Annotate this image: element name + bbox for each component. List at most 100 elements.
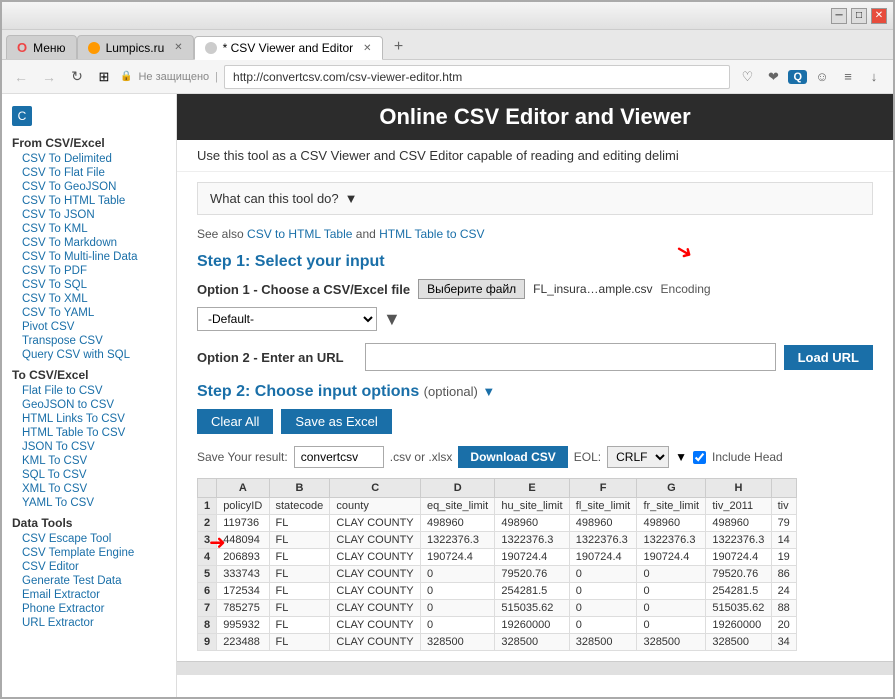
- sidebar-link-csv-flatfile[interactable]: CSV To Flat File: [2, 166, 176, 180]
- save-excel-button[interactable]: Save as Excel: [281, 409, 391, 434]
- col-header-f: F: [569, 479, 637, 498]
- grid-icon[interactable]: ⊞: [94, 67, 114, 87]
- encoding-select[interactable]: -Default-: [197, 307, 377, 331]
- sidebar-link-csv-pdf[interactable]: CSV To PDF: [2, 264, 176, 278]
- bookmark-icon[interactable]: ♡: [736, 66, 758, 88]
- cell-i: 79: [771, 515, 796, 532]
- cell-h: 515035.62: [706, 600, 771, 617]
- sidebar-link-pivot[interactable]: Pivot CSV: [2, 320, 176, 334]
- eol-select[interactable]: CRLF: [607, 446, 669, 468]
- col-header-d: D: [420, 479, 494, 498]
- maximize-button[interactable]: □: [851, 8, 867, 24]
- sidebar-link-escape[interactable]: CSV Escape Tool: [2, 532, 176, 546]
- sidebar-link-csv-markdown[interactable]: CSV To Markdown: [2, 236, 176, 250]
- cell-d: 0: [420, 583, 494, 600]
- load-url-button[interactable]: Load URL: [784, 345, 873, 370]
- sidebar-link-geojson-csv[interactable]: GeoJSON to CSV: [2, 398, 176, 412]
- sidebar-link-generate[interactable]: Generate Test Data: [2, 574, 176, 588]
- sidebar-link-csv-sql[interactable]: CSV To SQL: [2, 278, 176, 292]
- tab-lumpics-label: Lumpics.ru: [106, 41, 165, 55]
- sidebar-link-url[interactable]: URL Extractor: [2, 616, 176, 630]
- minimize-button[interactable]: ─: [831, 8, 847, 24]
- step2-title-text: Step 2: Choose input options: [197, 383, 419, 400]
- sidebar-link-kml-csv[interactable]: KML To CSV: [2, 454, 176, 468]
- clear-all-button[interactable]: Clear All: [197, 409, 273, 434]
- browser-icons: ♡ ❤ Q ☺ ≡ ↓: [736, 66, 885, 88]
- horizontal-scrollbar[interactable]: [177, 661, 893, 675]
- heart-icon[interactable]: ❤: [762, 66, 784, 88]
- cell-d: 0: [420, 600, 494, 617]
- row-num: 6: [198, 583, 217, 600]
- sidebar-link-template[interactable]: CSV Template Engine: [2, 546, 176, 560]
- sidebar-link-sql-csv[interactable]: SQL To CSV: [2, 468, 176, 482]
- new-tab-button[interactable]: +: [387, 35, 411, 59]
- user-icon[interactable]: ☺: [811, 66, 833, 88]
- sidebar-link-htmllinks-csv[interactable]: HTML Links To CSV: [2, 412, 176, 426]
- cell-f: 1322376.3: [569, 532, 637, 549]
- sidebar-link-xml-csv[interactable]: XML To CSV: [2, 482, 176, 496]
- sidebar-link-yaml-csv[interactable]: YAML To CSV: [2, 496, 176, 510]
- sidebar-link-editor[interactable]: CSV Editor: [2, 560, 176, 574]
- eol-arrow-icon: ▼: [675, 450, 687, 464]
- step2-title: Step 2: Choose input options (optional) …: [197, 383, 873, 401]
- site-title: Online CSV Editor and Viewer: [379, 104, 690, 129]
- sidebar-link-csv-delimited[interactable]: CSV To Delimited: [2, 152, 176, 166]
- cell-g: 0: [637, 566, 706, 583]
- tool-dropdown[interactable]: What can this tool do? ▼: [197, 182, 873, 215]
- cell-a: 119736: [217, 515, 269, 532]
- save-result-row: Save Your result: .csv or .xlsx Download…: [197, 446, 873, 468]
- tab-lumpics-close[interactable]: ✕: [174, 42, 182, 53]
- cell-e: 328500: [495, 634, 569, 651]
- save-name-input[interactable]: [294, 446, 384, 468]
- forward-button[interactable]: →: [38, 66, 60, 88]
- tab-lumpics[interactable]: Lumpics.ru ✕: [77, 35, 194, 59]
- reload-button[interactable]: ↻: [66, 66, 88, 88]
- sidebar-link-phone[interactable]: Phone Extractor: [2, 602, 176, 616]
- sidebar-link-csv-geojson[interactable]: CSV To GeoJSON: [2, 180, 176, 194]
- sidebar-link-csv-json[interactable]: CSV To JSON: [2, 208, 176, 222]
- sidebar-link-htmltable-csv[interactable]: HTML Table To CSV: [2, 426, 176, 440]
- label-row-num: 1: [198, 498, 217, 515]
- close-button[interactable]: ✕: [871, 8, 887, 24]
- table-container: ➜ A B C D E F: [197, 478, 873, 651]
- col-header-extra: [771, 479, 796, 498]
- lock-icon: 🔒: [120, 71, 132, 82]
- sidebar-link-csv-multiline[interactable]: CSV To Multi-line Data: [2, 250, 176, 264]
- download-browser-icon[interactable]: ↓: [863, 66, 885, 88]
- vk-icon[interactable]: Q: [788, 70, 807, 84]
- sidebar-to-title: To CSV/Excel: [2, 362, 176, 384]
- menu-icon[interactable]: ≡: [837, 66, 859, 88]
- table-row: 7 785275 FL CLAY COUNTY 0 515035.62 0 0 …: [198, 600, 797, 617]
- select-arrow-icon[interactable]: ▼: [383, 309, 401, 330]
- sidebar-link-json-csv[interactable]: JSON To CSV: [2, 440, 176, 454]
- row-num: 9: [198, 634, 217, 651]
- file-choose-button[interactable]: Выберите файл: [418, 279, 525, 299]
- step2-arrow-icon: ▼: [482, 384, 495, 399]
- download-csv-button[interactable]: Download CSV: [458, 446, 567, 468]
- sidebar-link-query[interactable]: Query CSV with SQL: [2, 348, 176, 362]
- dropdown-arrow-icon: ▼: [345, 191, 358, 206]
- back-button[interactable]: ←: [10, 66, 32, 88]
- tab-csv[interactable]: * CSV Viewer and Editor ✕: [194, 36, 383, 60]
- cell-f: 190724.4: [569, 549, 637, 566]
- cell-c: CLAY COUNTY: [330, 634, 421, 651]
- also-see-link1[interactable]: CSV to HTML Table: [247, 227, 352, 241]
- tab-csv-close[interactable]: ✕: [363, 43, 371, 54]
- tab-menu[interactable]: O Меню: [6, 35, 77, 59]
- sidebar-link-csv-xml[interactable]: CSV To XML: [2, 292, 176, 306]
- also-see-link2[interactable]: HTML Table to CSV: [379, 227, 484, 241]
- cell-f: 498960: [569, 515, 637, 532]
- address-input[interactable]: [224, 65, 730, 89]
- cell-i: 88: [771, 600, 796, 617]
- label-f: fl_site_limit: [569, 498, 637, 515]
- cell-a: 785275: [217, 600, 269, 617]
- sidebar-link-csv-yaml[interactable]: CSV To YAML: [2, 306, 176, 320]
- include-header-checkbox[interactable]: [693, 451, 706, 464]
- cell-h: 1322376.3: [706, 532, 771, 549]
- sidebar-link-csv-htmltable[interactable]: CSV To HTML Table: [2, 194, 176, 208]
- sidebar-link-csv-kml[interactable]: CSV To KML: [2, 222, 176, 236]
- sidebar-link-transpose[interactable]: Transpose CSV: [2, 334, 176, 348]
- url-input[interactable]: [365, 343, 776, 371]
- sidebar-link-email[interactable]: Email Extractor: [2, 588, 176, 602]
- sidebar-link-flat-csv[interactable]: Flat File to CSV: [2, 384, 176, 398]
